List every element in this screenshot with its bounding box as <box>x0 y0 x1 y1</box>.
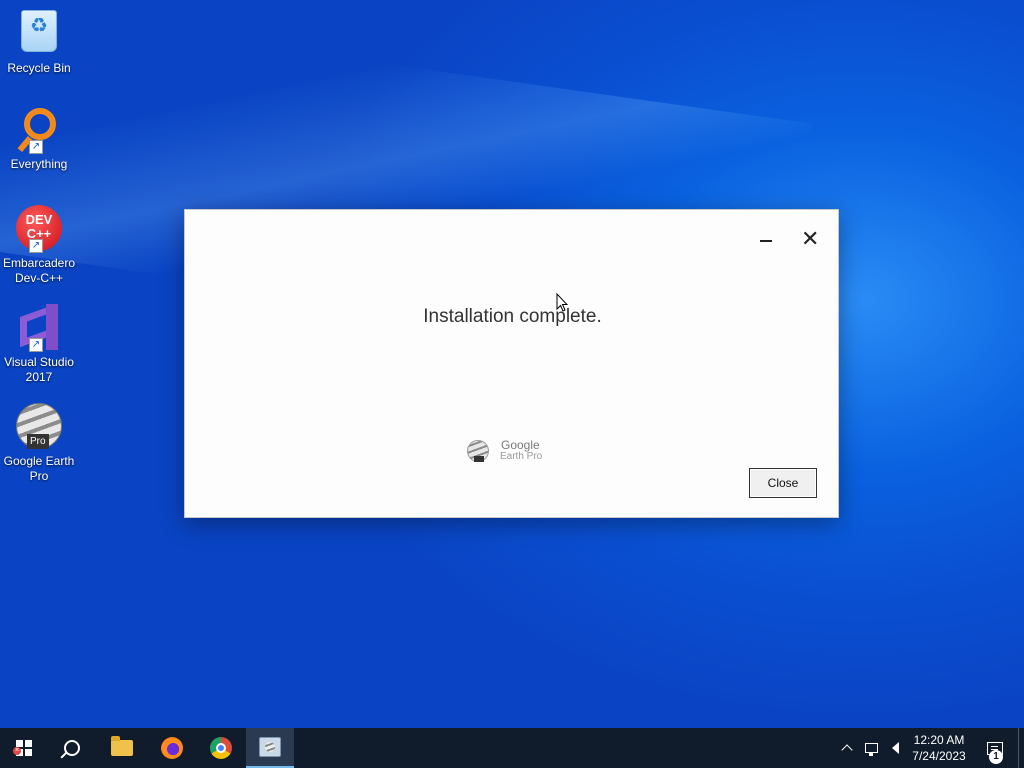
close-button[interactable]: Close <box>749 468 817 498</box>
desktop-icon-google-earth[interactable]: Pro Google Earth Pro <box>0 403 78 484</box>
installation-message: Installation complete. <box>423 306 602 327</box>
taskbar-clock[interactable]: 12:20 AM 7/24/2023 <box>906 728 972 768</box>
chevron-up-icon <box>841 744 853 756</box>
mute-indicator-icon: × <box>13 747 21 755</box>
visual-studio-icon: ↗ <box>15 304 63 352</box>
show-hidden-icons-button[interactable] <box>838 728 856 768</box>
volume-button[interactable] <box>884 728 906 768</box>
clock-time: 12:20 AM <box>913 733 965 747</box>
firefox-icon <box>161 737 183 759</box>
search-button[interactable] <box>48 728 96 768</box>
folder-icon <box>111 736 133 756</box>
recycle-bin-icon <box>15 10 63 58</box>
desktop-icon-label: Embarcadero Dev-C++ <box>2 256 76 285</box>
taskbar-firefox[interactable] <box>148 728 196 768</box>
desktop-icon-label: Everything <box>10 157 68 171</box>
close-x-button[interactable]: ✕ <box>801 228 819 250</box>
network-icon <box>864 743 878 756</box>
logo-brand-text: Google <box>501 438 540 452</box>
everything-icon: ↗ <box>15 106 63 154</box>
desktop-icon-label: Recycle Bin <box>7 61 71 75</box>
shortcut-arrow-icon: ↗ <box>29 140 43 154</box>
desktop-icon-visual-studio[interactable]: ↗ Visual Studio 2017 <box>0 304 78 385</box>
installer-icon <box>259 737 281 757</box>
clock-date: 7/24/2023 <box>912 749 966 763</box>
google-earth-icon: Pro <box>15 403 63 451</box>
shortcut-arrow-icon: ↗ <box>29 239 43 253</box>
google-earth-globe-icon <box>467 440 489 462</box>
desktop-icon-recycle-bin[interactable]: Recycle Bin <box>0 6 78 76</box>
minimize-button[interactable] <box>758 232 774 248</box>
logo-product-text: Earth Pro <box>500 451 543 462</box>
show-desktop-button[interactable] <box>1018 728 1024 768</box>
desktop-icon-everything[interactable]: ↗ Everything <box>0 106 78 172</box>
chrome-icon <box>210 737 232 759</box>
shortcut-arrow-icon: ↗ <box>29 338 43 352</box>
taskbar: × 12:20 AM 7/24/2023 1 <box>0 728 1024 768</box>
devcpp-icon: DEV C++ ↗ <box>15 205 63 253</box>
installer-dialog: ✕ Installation complete. Google Earth Pr… <box>184 209 839 518</box>
google-earth-pro-logo: Google Earth Pro <box>467 438 567 464</box>
speaker-muted-icon <box>891 742 899 754</box>
desktop-icon-label: Google Earth Pro <box>3 454 75 483</box>
desktop-icon-devcpp[interactable]: DEV C++ ↗ Embarcadero Dev-C++ <box>0 205 78 286</box>
search-icon <box>64 740 80 756</box>
notification-count-badge: 1 <box>989 750 1003 764</box>
desktop-icon-label: Visual Studio 2017 <box>4 355 74 384</box>
network-button[interactable] <box>861 728 881 768</box>
start-button[interactable] <box>0 728 48 768</box>
taskbar-chrome[interactable] <box>197 728 245 768</box>
taskbar-google-earth-installer[interactable] <box>246 728 294 768</box>
taskbar-file-explorer[interactable] <box>98 728 146 768</box>
desktop: Recycle Bin ↗ Everything DEV C++ ↗ Embar… <box>0 0 1024 728</box>
pro-badge: Pro <box>27 434 49 449</box>
